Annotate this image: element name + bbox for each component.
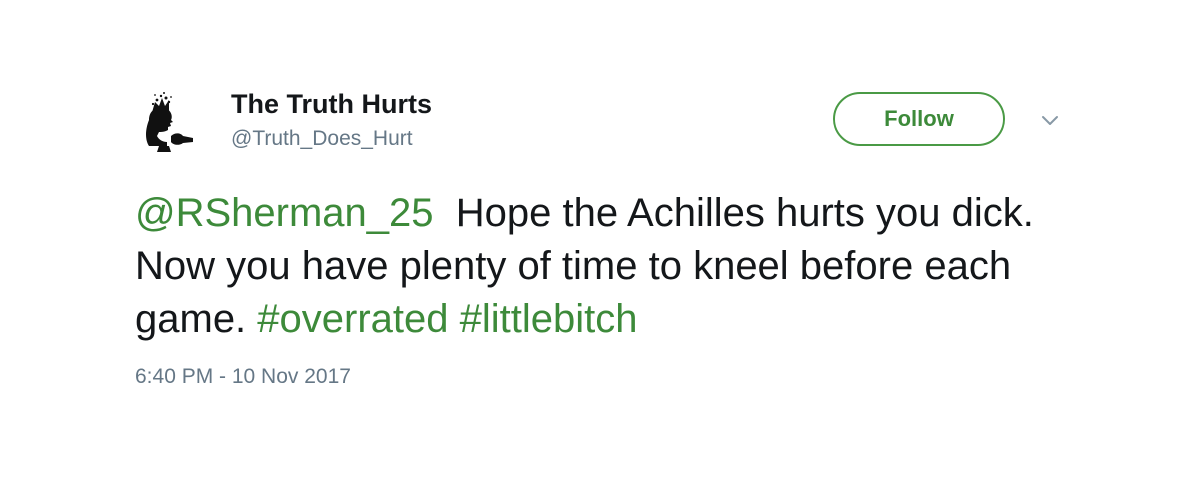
avatar[interactable] bbox=[135, 86, 207, 158]
tweet-menu-button[interactable] bbox=[1036, 110, 1064, 132]
chevron-down-icon bbox=[1042, 116, 1058, 125]
tweet-card: The Truth Hurts @Truth_Does_Hurt Follow … bbox=[0, 0, 1200, 489]
hashtag-link[interactable]: #littlebitch bbox=[460, 297, 638, 341]
silhouette-avatar-icon bbox=[135, 86, 207, 158]
hashtag-link[interactable]: #overrated bbox=[257, 297, 448, 341]
tweet-text: @RSherman_25 Hope the Achilles hurts you… bbox=[135, 187, 1095, 346]
tweet-spacer bbox=[449, 297, 460, 341]
mention-link[interactable]: @RSherman_25 bbox=[135, 191, 434, 235]
tweet-timestamp[interactable]: 6:40 PM - 10 Nov 2017 bbox=[135, 364, 351, 390]
user-handle[interactable]: @Truth_Does_Hurt bbox=[231, 126, 413, 152]
follow-button[interactable]: Follow bbox=[833, 92, 1005, 146]
display-name[interactable]: The Truth Hurts bbox=[231, 88, 432, 120]
